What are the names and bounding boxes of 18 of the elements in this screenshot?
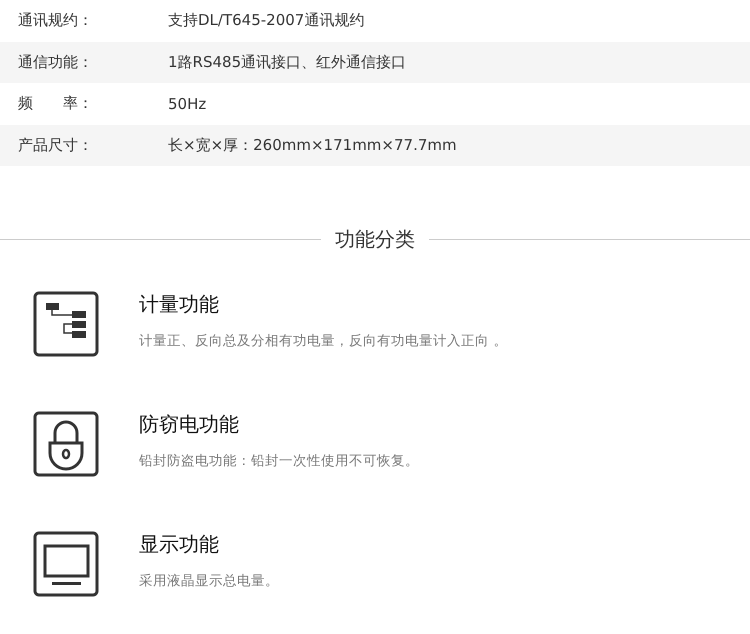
feature-title: 计量功能 xyxy=(139,291,220,318)
spec-label: 频 率： xyxy=(17,94,94,114)
feature-description: 计量正、反向总及分相有功电量，反向有功电量计入正向 。 xyxy=(139,332,508,350)
feature-description: 铅封防盗电功能：铅封一次性使用不可恢复。 xyxy=(139,452,419,470)
hierarchy-icon xyxy=(33,291,99,357)
spec-label: 通信功能： xyxy=(17,52,94,72)
padlock-icon xyxy=(33,411,99,477)
spec-value: 支持DL/T645-2007通讯规约 xyxy=(168,11,364,30)
feature-title: 显示功能 xyxy=(139,531,220,558)
section-title: 功能分类 xyxy=(335,226,415,253)
spec-value: 1路RS485通讯接口、红外通信接口 xyxy=(168,52,406,72)
feature-description: 采用液晶显示总电量。 xyxy=(139,572,279,590)
feature-title: 防窃电功能 xyxy=(139,411,240,438)
spec-label: 通讯规约： xyxy=(17,11,94,30)
spec-value: 长×宽×厚：260mm×171mm×77.7mm xyxy=(168,136,457,155)
spec-value: 50Hz xyxy=(168,94,206,113)
monitor-icon xyxy=(33,531,99,597)
spec-label: 产品尺寸： xyxy=(17,136,94,155)
